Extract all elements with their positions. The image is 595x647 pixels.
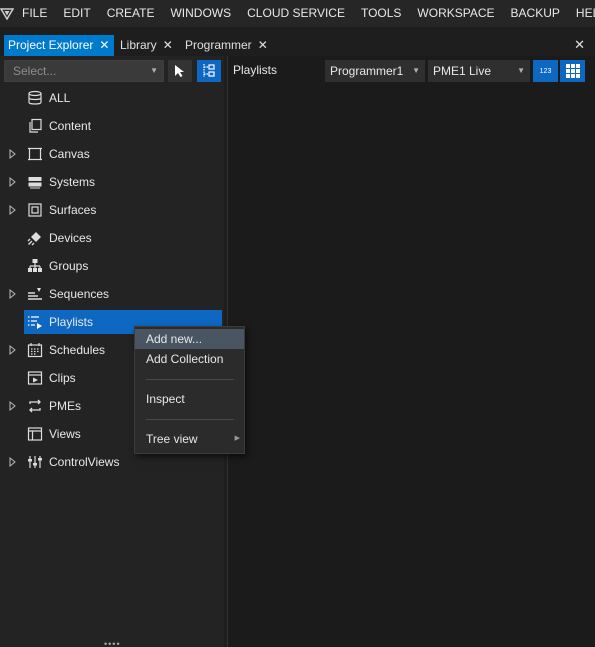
menu-workspace[interactable]: WORKSPACE bbox=[409, 0, 502, 27]
grid-view-button[interactable] bbox=[560, 60, 585, 82]
tab-label: Project Explorer bbox=[8, 38, 94, 52]
tree-item-label: Content bbox=[49, 119, 92, 133]
filter-select-placeholder: Select... bbox=[13, 64, 57, 78]
context-menu: Add new... Add Collection Inspect Tree v… bbox=[134, 326, 245, 454]
devices-icon bbox=[27, 232, 41, 246]
numeric-view-button[interactable]: 123 bbox=[533, 60, 558, 82]
views-icon bbox=[27, 427, 43, 441]
expand-arrow-icon[interactable] bbox=[9, 345, 17, 355]
sequences-icon bbox=[28, 288, 42, 300]
tree-item-groups[interactable]: Groups bbox=[0, 254, 224, 278]
grid-icon bbox=[565, 64, 580, 78]
tree-structure-icon bbox=[203, 64, 215, 77]
tree-item-label: Groups bbox=[49, 259, 89, 273]
tree-item-label: Devices bbox=[49, 231, 92, 245]
tree-item-label: Playlists bbox=[49, 315, 94, 329]
tree-item-label: Systems bbox=[49, 175, 96, 189]
database-icon bbox=[28, 90, 42, 105]
tree-item-sequences[interactable]: Sequences bbox=[0, 282, 224, 306]
menu-tools[interactable]: TOOLS bbox=[353, 0, 409, 27]
menu-windows[interactable]: WINDOWS bbox=[162, 0, 239, 27]
chevron-down-icon: ▼ bbox=[150, 66, 158, 75]
tree-item-label: Schedules bbox=[49, 343, 106, 357]
expand-arrow-icon[interactable] bbox=[9, 149, 17, 159]
context-menu-tree-view[interactable]: Tree view ▶ bbox=[135, 429, 244, 449]
tree-item-label: Views bbox=[49, 427, 81, 441]
tree-item-surfaces[interactable]: Surfaces bbox=[0, 198, 224, 222]
content-icon bbox=[29, 118, 42, 133]
controlviews-icon bbox=[28, 456, 42, 468]
tree-item-label: Canvas bbox=[49, 147, 90, 161]
programmer-select[interactable]: Programmer1 ▼ bbox=[325, 60, 425, 82]
playlists-icon bbox=[28, 316, 42, 329]
chevron-down-icon: ▼ bbox=[412, 66, 420, 75]
menu-bar: FILE EDIT CREATE WINDOWS CLOUD SERVICE T… bbox=[0, 0, 595, 27]
programmer-select-value: Programmer1 bbox=[330, 64, 404, 78]
menu-create[interactable]: CREATE bbox=[99, 0, 163, 27]
tab-label: Library bbox=[120, 38, 157, 52]
menu-cloud-service[interactable]: CLOUD SERVICE bbox=[239, 0, 353, 27]
clips-icon bbox=[27, 371, 43, 385]
expand-arrow-icon[interactable] bbox=[9, 177, 17, 187]
tree-item-systems[interactable]: Systems bbox=[0, 170, 224, 194]
chevron-down-icon: ▼ bbox=[517, 66, 525, 75]
menu-file[interactable]: FILE bbox=[14, 0, 55, 27]
canvas-icon bbox=[28, 147, 42, 161]
pme-select-value: PME1 Live bbox=[433, 64, 492, 78]
tree-item-label: ControlViews bbox=[49, 455, 120, 469]
tree-item-content[interactable]: Content bbox=[0, 114, 224, 138]
expand-arrow-icon[interactable] bbox=[9, 289, 17, 299]
submenu-arrow-icon: ▶ bbox=[234, 435, 240, 442]
context-menu-add-collection[interactable]: Add Collection bbox=[135, 349, 244, 369]
cursor-arrow-icon bbox=[175, 65, 184, 77]
filter-select[interactable]: Select... ▼ bbox=[4, 60, 164, 82]
surfaces-icon bbox=[28, 203, 42, 217]
resize-grip-icon[interactable]: •••• bbox=[104, 639, 121, 647]
menu-separator bbox=[146, 419, 234, 420]
menu-backup[interactable]: BACKUP bbox=[503, 0, 568, 27]
tab-project-explorer[interactable]: Project Explorer ✕ bbox=[4, 35, 114, 56]
app-logo-icon[interactable] bbox=[0, 0, 14, 27]
tree-item-label: Sequences bbox=[49, 287, 110, 301]
tree-item-label: Clips bbox=[49, 371, 76, 385]
tab-programmer[interactable]: Programmer ✕ bbox=[181, 35, 275, 56]
menu-separator bbox=[146, 379, 234, 380]
tab-close-icon[interactable]: ✕ bbox=[258, 35, 268, 56]
select-cursor-button[interactable] bbox=[168, 60, 192, 82]
menu-edit[interactable]: EDIT bbox=[55, 0, 98, 27]
expand-arrow-icon[interactable] bbox=[9, 457, 17, 467]
context-menu-tree-view-label: Tree view bbox=[146, 432, 198, 446]
context-menu-inspect[interactable]: Inspect bbox=[135, 389, 244, 409]
expand-arrow-icon[interactable] bbox=[9, 401, 17, 411]
context-menu-add-new[interactable]: Add new... bbox=[135, 329, 244, 349]
panel-title: Playlists bbox=[233, 63, 278, 77]
tab-close-icon[interactable]: ✕ bbox=[163, 35, 173, 56]
tree-item-label: PMEs bbox=[49, 399, 82, 413]
pme-select[interactable]: PME1 Live ▼ bbox=[428, 60, 530, 82]
panel-close-icon[interactable]: ✕ bbox=[574, 35, 585, 54]
expand-arrow-icon[interactable] bbox=[9, 205, 17, 215]
groups-icon bbox=[28, 259, 42, 272]
tab-label: Programmer bbox=[185, 38, 252, 52]
tree-mode-button[interactable] bbox=[197, 60, 221, 82]
tab-close-icon[interactable]: ✕ bbox=[99, 35, 109, 56]
tab-library[interactable]: Library ✕ bbox=[116, 35, 180, 56]
numeric-view-label: 123 bbox=[539, 67, 552, 75]
playlists-panel: Playlists Programmer1 ▼ PME1 Live ▼ 123 bbox=[227, 56, 595, 647]
schedules-icon bbox=[27, 343, 43, 358]
tree-item-canvas[interactable]: Canvas bbox=[0, 142, 224, 166]
tree-item-devices[interactable]: Devices bbox=[0, 226, 224, 250]
pmes-icon bbox=[29, 399, 41, 413]
systems-icon bbox=[28, 177, 42, 189]
tree-item-all[interactable]: ALL bbox=[0, 86, 224, 110]
document-tab-bar: Project Explorer ✕ Library ✕ Programmer ✕ ✕ bbox=[0, 35, 595, 56]
menu-help[interactable]: HELP bbox=[568, 0, 595, 27]
tree-item-label: ALL bbox=[49, 91, 71, 105]
tree-item-label: Surfaces bbox=[49, 203, 97, 217]
